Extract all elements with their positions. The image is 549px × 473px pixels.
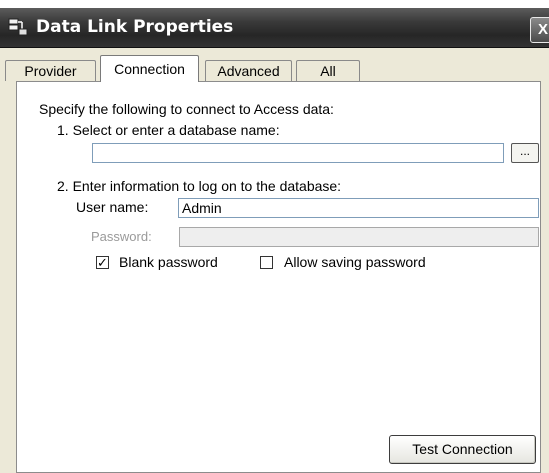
window-title: Data Link Properties	[36, 17, 234, 37]
title-bar[interactable]: Data Link Properties X	[0, 8, 549, 48]
data-link-icon	[8, 18, 28, 36]
tab-all[interactable]: All	[296, 60, 360, 81]
browse-button[interactable]: ...	[511, 143, 539, 163]
blank-password-label: Blank password	[119, 254, 218, 270]
close-button[interactable]: X	[530, 17, 549, 43]
tab-strip: Provider Connection Advanced All	[0, 55, 549, 82]
tab-connection[interactable]: Connection	[100, 55, 199, 82]
allow-saving-password-checkbox[interactable]	[260, 256, 273, 269]
step2-label: 2. Enter information to log on to the da…	[57, 178, 342, 194]
username-input[interactable]	[178, 198, 539, 218]
connection-panel: Specify the following to connect to Acce…	[16, 81, 541, 473]
checkmark-icon: ✓	[97, 255, 108, 270]
intro-text: Specify the following to connect to Acce…	[39, 101, 334, 117]
tab-advanced[interactable]: Advanced	[205, 60, 292, 81]
username-label: User name:	[76, 199, 149, 215]
tab-provider[interactable]: Provider	[5, 60, 96, 81]
step1-label: 1. Select or enter a database name:	[57, 122, 280, 138]
blank-password-checkbox[interactable]: ✓	[96, 256, 109, 269]
test-connection-button[interactable]: Test Connection	[389, 435, 536, 464]
data-link-properties-window: Data Link Properties X Provider Connecti…	[0, 8, 549, 473]
close-icon: X	[538, 21, 549, 38]
allow-saving-password-label: Allow saving password	[284, 254, 426, 270]
database-name-input[interactable]	[92, 143, 504, 163]
password-label: Password:	[91, 229, 152, 244]
password-input[interactable]	[179, 227, 539, 247]
